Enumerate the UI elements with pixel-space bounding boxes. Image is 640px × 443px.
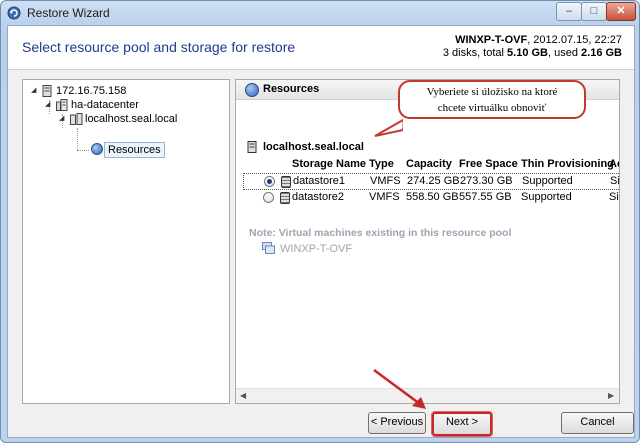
restore-wizard-window: Restore Wizard – □ ✕ Select resource poo… xyxy=(0,0,640,443)
previous-button[interactable]: < Previous xyxy=(368,412,426,434)
existing-vm-name: WINXP-T-OVF xyxy=(280,243,353,255)
annotation-arrow-icon xyxy=(373,368,426,409)
cancel-button[interactable]: Cancel xyxy=(561,412,634,434)
host-icon xyxy=(70,113,83,125)
datacenter-icon xyxy=(56,99,68,111)
storage-type: VMFS xyxy=(370,175,401,187)
disks-label: 3 disks, total xyxy=(442,47,508,59)
existing-vms-note: Note: Virtual machines existing in this … xyxy=(249,227,512,239)
total-size: 5.10 GB xyxy=(507,47,548,59)
title-bar[interactable]: Restore Wizard – □ ✕ xyxy=(1,1,639,25)
server-icon xyxy=(247,141,257,153)
storage-ac: Sir xyxy=(609,191,619,203)
vm-summary: WINXP-T-OVF, 2012.07.15, 22:27 3 disks, … xyxy=(443,34,622,60)
storage-panel: Resources localhost.seal.local Storage N… xyxy=(235,79,620,404)
scroll-right-icon[interactable]: ▶ xyxy=(608,391,614,400)
column-header-storage-name[interactable]: Storage Name xyxy=(292,158,366,170)
storage-type: VMFS xyxy=(369,191,400,203)
storage-free-space: 273.30 GB xyxy=(460,175,513,187)
tree-node-host-ip[interactable]: 172.16.75.158 xyxy=(56,84,126,98)
storage-free-space: 557.55 GB xyxy=(459,191,512,203)
window-title: Restore Wizard xyxy=(27,6,110,20)
callout-pointer-icon xyxy=(374,118,403,137)
tree-connector xyxy=(77,128,78,150)
expand-triangle-icon[interactable]: ◢ xyxy=(45,100,50,108)
used-size: 2.16 GB xyxy=(581,47,622,59)
resource-pool-icon xyxy=(245,83,259,97)
callout-line-2: chcete virtuálku obnoviť xyxy=(437,102,547,114)
expand-triangle-icon[interactable]: ◢ xyxy=(59,114,64,122)
tree-node-datacenter[interactable]: ha-datacenter xyxy=(71,98,139,112)
vm-date: , 2012.07.15, 22:27 xyxy=(527,34,622,46)
host-label: localhost.seal.local xyxy=(263,141,364,153)
vm-icon xyxy=(262,242,275,254)
column-header-capacity[interactable]: Capacity xyxy=(406,158,452,170)
storage-ac: Sir xyxy=(610,175,620,187)
column-header-thin-provisioning[interactable]: Thin Provisioning xyxy=(521,158,614,170)
next-button[interactable]: Next > xyxy=(431,411,493,437)
wizard-header: Select resource pool and storage for res… xyxy=(8,26,634,70)
resource-tree[interactable]: ◢ 172.16.75.158 ◢ ha-datacenter ◢ localh… xyxy=(22,79,230,404)
server-icon xyxy=(42,85,52,97)
storage-thin-provisioning: Supported xyxy=(522,175,573,187)
used-label: , used xyxy=(548,47,582,59)
storage-name: datastore2 xyxy=(292,191,344,203)
column-header-free-space[interactable]: Free Space xyxy=(459,158,518,170)
callout-line-1: Vyberiete si úložisko na ktoré xyxy=(426,86,558,98)
close-button[interactable]: ✕ xyxy=(606,2,636,21)
scroll-left-icon[interactable]: ◀ xyxy=(240,391,246,400)
table-row[interactable]: datastore2 VMFS 558.50 GB 557.55 GB Supp… xyxy=(243,190,619,205)
annotation-callout: Vyberiete si úložisko na ktoré chcete vi… xyxy=(398,80,586,119)
tree-node-host[interactable]: localhost.seal.local xyxy=(85,112,177,126)
resources-title: Resources xyxy=(263,83,320,95)
page-title: Select resource pool and storage for res… xyxy=(22,39,296,55)
datastore-icon xyxy=(281,176,291,188)
maximize-button[interactable]: □ xyxy=(581,2,607,21)
column-header-ac[interactable]: Ac xyxy=(609,158,619,170)
storage-name: datastore1 xyxy=(293,175,345,187)
storage-capacity: 558.50 GB xyxy=(406,191,459,203)
storage-capacity: 274.25 GB xyxy=(407,175,460,187)
restore-wizard-icon xyxy=(7,6,21,20)
tree-node-resources[interactable]: Resources xyxy=(104,142,165,158)
vm-name: WINXP-T-OVF xyxy=(455,34,528,46)
datastore-icon xyxy=(280,192,290,204)
column-header-type[interactable]: Type xyxy=(369,158,394,170)
minimize-button[interactable]: – xyxy=(556,2,582,21)
expand-triangle-icon[interactable]: ◢ xyxy=(31,86,36,94)
resource-pool-icon xyxy=(91,143,103,155)
storage-thin-provisioning: Supported xyxy=(521,191,572,203)
tree-connector xyxy=(77,150,89,151)
storage-radio[interactable] xyxy=(264,176,275,187)
storage-radio[interactable] xyxy=(263,192,274,203)
table-row[interactable]: datastore1 VMFS 274.25 GB 273.30 GB Supp… xyxy=(243,173,620,190)
